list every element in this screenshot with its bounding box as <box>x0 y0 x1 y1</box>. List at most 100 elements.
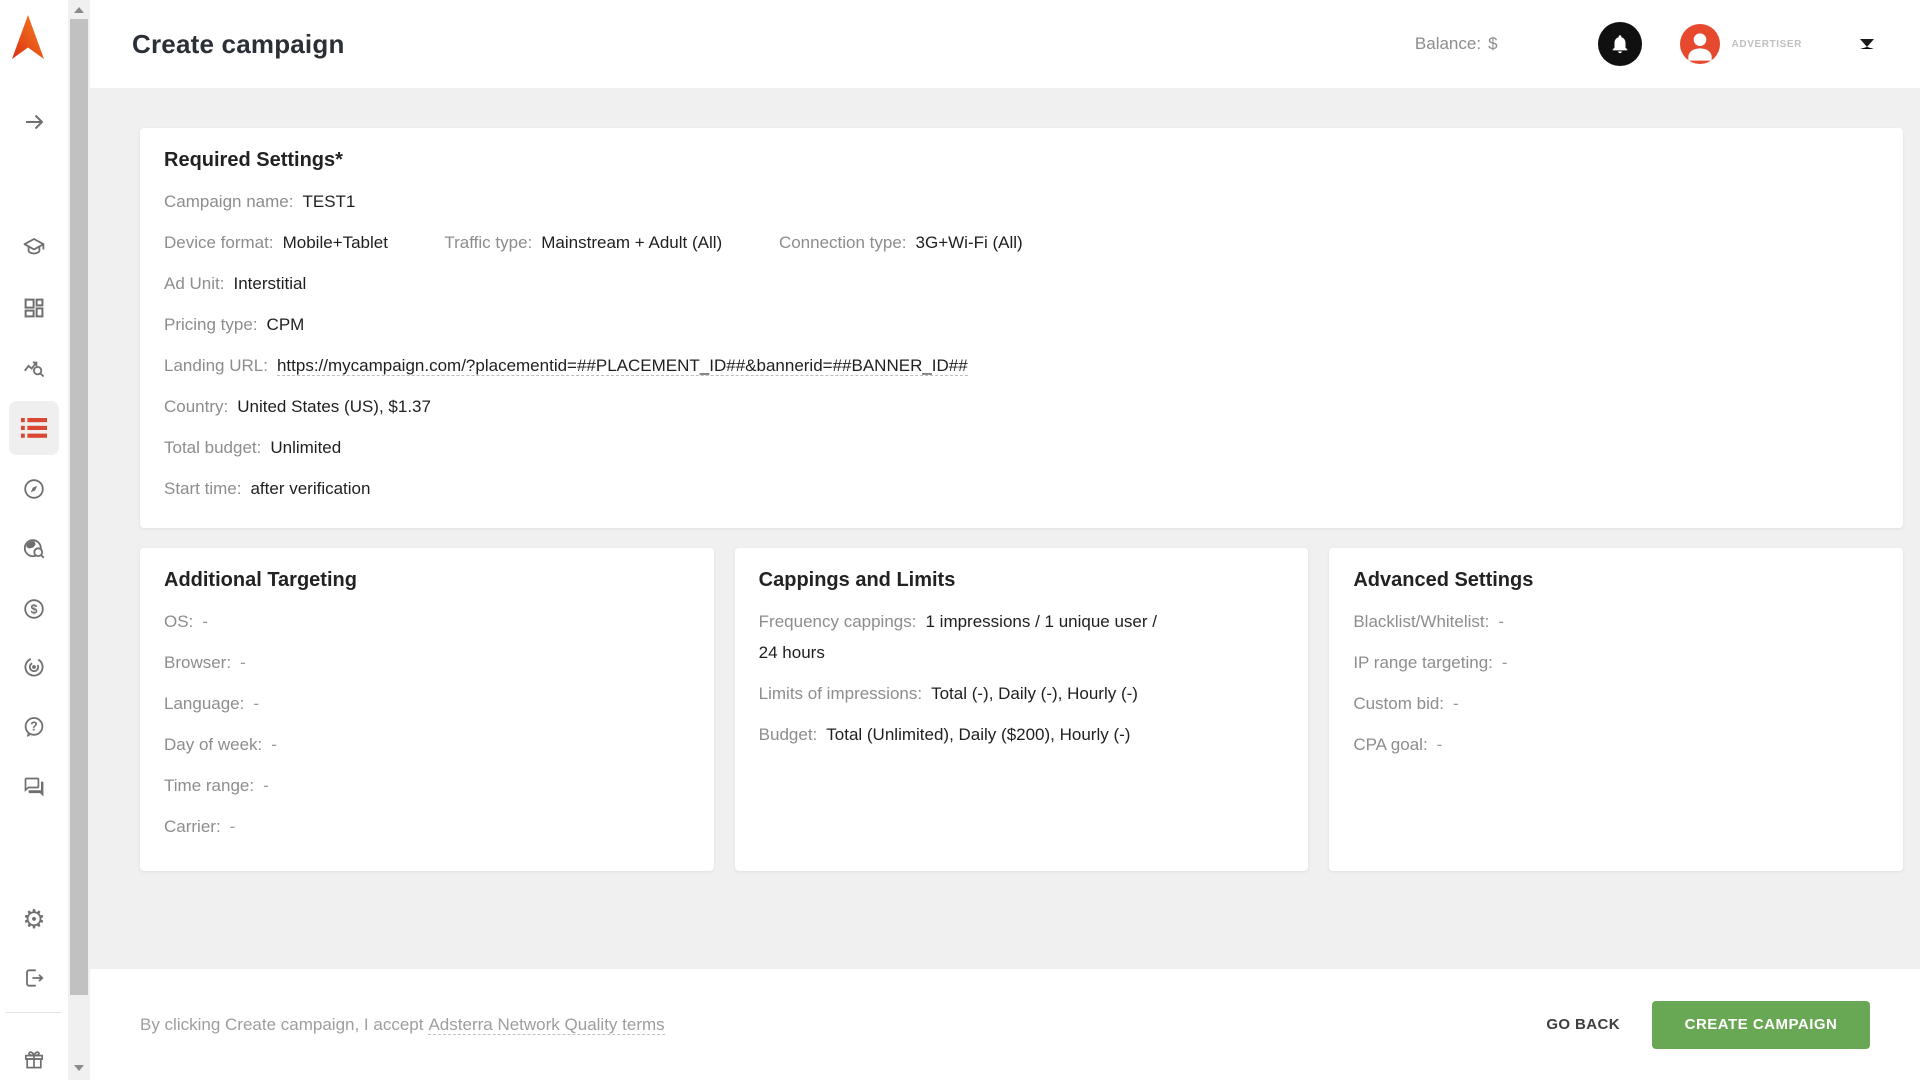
row-device-traffic-connection: Device format: Mobile+Tablet Traffic type… <box>164 227 1879 258</box>
field-label: Day of week: <box>164 735 262 754</box>
field-value: - <box>1502 653 1508 672</box>
person-icon <box>1680 24 1720 64</box>
field-label: Connection type: <box>779 233 907 252</box>
create-campaign-button[interactable]: CREATE CAMPAIGN <box>1652 1001 1870 1049</box>
sidebar-expand-arrow-icon[interactable] <box>14 102 54 142</box>
row-country: Country: United States (US), $1.37 <box>164 391 1879 422</box>
header: Create campaign Balance:$ ADVERTISER <box>90 0 1920 88</box>
svg-text:$: $ <box>31 602 38 616</box>
field-label: Start time: <box>164 479 241 498</box>
field-label: Device format: <box>164 233 274 252</box>
bell-icon <box>1609 33 1631 55</box>
field-label: Campaign name: <box>164 192 293 211</box>
content: Required Settings* Campaign name: TEST1 D… <box>90 88 1920 969</box>
field-label: Total budget: <box>164 438 261 457</box>
footer: By clicking Create campaign, I accept Ads… <box>90 969 1920 1080</box>
field-label: Custom bid: <box>1353 694 1444 713</box>
field-label: Ad Unit: <box>164 274 224 293</box>
field-label: Landing URL: <box>164 356 268 375</box>
app-root: $ ? ⚙ <box>0 0 1920 1080</box>
card-title: Advanced Settings <box>1353 566 1879 592</box>
summary-cards-row: Additional Targeting OS:- Browser:- Lang… <box>140 548 1903 871</box>
field-label: Carrier: <box>164 817 221 836</box>
field-value: Interstitial <box>233 274 306 293</box>
sidebar-item-gift[interactable] <box>14 1040 54 1080</box>
required-settings-card: Required Settings* Campaign name: TEST1 D… <box>140 128 1903 528</box>
sidebar-item-statistics[interactable] <box>14 349 54 389</box>
additional-targeting-card: Additional Targeting OS:- Browser:- Lang… <box>140 548 714 871</box>
adsterra-logo[interactable] <box>10 14 46 62</box>
account-menu-caret-icon[interactable] <box>1860 39 1874 49</box>
vertical-scrollbar[interactable] <box>68 0 90 1080</box>
field-label: IP range targeting: <box>1353 653 1493 672</box>
header-right: Balance:$ ADVERTISER <box>1415 22 1874 66</box>
notifications-button[interactable] <box>1598 22 1642 66</box>
field-label: Blacklist/Whitelist: <box>1353 612 1489 631</box>
row-landing-url: Landing URL: https://mycampaign.com/?plac… <box>164 350 1879 381</box>
row-total-budget: Total budget:Unlimited <box>164 432 1879 463</box>
row-campaign-name: Campaign name: TEST1 <box>164 186 1879 217</box>
field-value: - <box>1498 612 1504 631</box>
sidebar-item-settings[interactable]: ⚙ <box>14 900 54 940</box>
sidebar-divider <box>6 1012 62 1013</box>
settings-gear-icon: ⚙ <box>22 900 45 940</box>
scrollbar-up-arrow-icon[interactable] <box>74 7 84 13</box>
field-value: after verification <box>250 479 370 498</box>
sidebar-item-logout[interactable] <box>14 958 54 998</box>
sidebar-item-campaigns[interactable] <box>9 401 59 455</box>
field-label: Traffic type: <box>444 233 532 252</box>
terms-link[interactable]: Adsterra Network Quality terms <box>428 1015 664 1035</box>
sidebar-item-globe-search[interactable] <box>14 529 54 569</box>
sidebar-item-payments[interactable]: $ <box>14 589 54 629</box>
page-title: Create campaign <box>132 29 345 60</box>
sidebar-item-help[interactable]: ? <box>14 707 54 747</box>
field-label: OS: <box>164 612 193 631</box>
main-area: Create campaign Balance:$ ADVERTISER <box>90 0 1920 1080</box>
row-pricing-type: Pricing type: CPM <box>164 309 1879 340</box>
terms-prefix: By clicking Create campaign, I accept <box>140 1015 423 1034</box>
scrollbar-down-arrow-icon[interactable] <box>74 1065 84 1071</box>
field-value: - <box>1453 694 1459 713</box>
card-title: Additional Targeting <box>164 566 690 592</box>
sidebar-item-explore[interactable] <box>14 469 54 509</box>
avatar[interactable] <box>1680 24 1720 64</box>
field-value: - <box>230 817 236 836</box>
campaigns-list-icon <box>21 418 47 438</box>
field-value: United States (US), $1.37 <box>237 397 431 416</box>
field-value: Total (-), Daily (-), Hourly (-) <box>931 684 1138 703</box>
field-label: Country: <box>164 397 228 416</box>
card-title: Cappings and Limits <box>759 566 1285 592</box>
field-value: Total (Unlimited), Daily ($200), Hourly … <box>826 725 1130 744</box>
field-value: TEST1 <box>302 192 355 211</box>
sidebar-item-dashboard[interactable] <box>14 288 54 328</box>
field-value: Mainstream + Adult (All) <box>541 233 722 252</box>
card-title: Required Settings* <box>164 146 1879 172</box>
advanced-settings-card: Advanced Settings Blacklist/Whitelist:- … <box>1329 548 1903 871</box>
account-role-label: ADVERTISER <box>1732 39 1802 50</box>
go-back-button[interactable]: GO BACK <box>1528 1002 1638 1047</box>
field-label: Time range: <box>164 776 254 795</box>
field-value: - <box>202 612 208 631</box>
scrollbar-thumb[interactable] <box>70 19 88 995</box>
sidebar-item-goal[interactable] <box>14 647 54 687</box>
terms-text: By clicking Create campaign, I accept Ads… <box>140 1015 665 1035</box>
field-label: Browser: <box>164 653 231 672</box>
field-value: 3G+Wi-Fi (All) <box>916 233 1023 252</box>
field-label: Pricing type: <box>164 315 258 334</box>
sidebar: $ ? ⚙ <box>0 0 68 1080</box>
field-value: - <box>240 653 246 672</box>
field-value: - <box>253 694 259 713</box>
field-label: CPA goal: <box>1353 735 1427 754</box>
field-label: Language: <box>164 694 244 713</box>
row-ad-unit: Ad Unit: Interstitial <box>164 268 1879 299</box>
field-label: Frequency cappings: <box>759 612 917 631</box>
field-label: Limits of impressions: <box>759 684 922 703</box>
balance-value: $ <box>1488 34 1497 53</box>
landing-url-link[interactable]: https://mycampaign.com/?placementid=##PL… <box>277 356 968 376</box>
field-value: CPM <box>267 315 305 334</box>
field-value: - <box>263 776 269 795</box>
sidebar-item-chat[interactable] <box>14 767 54 807</box>
field-value: Mobile+Tablet <box>283 233 388 252</box>
field-value: - <box>271 735 277 754</box>
sidebar-item-academy[interactable] <box>14 227 54 267</box>
